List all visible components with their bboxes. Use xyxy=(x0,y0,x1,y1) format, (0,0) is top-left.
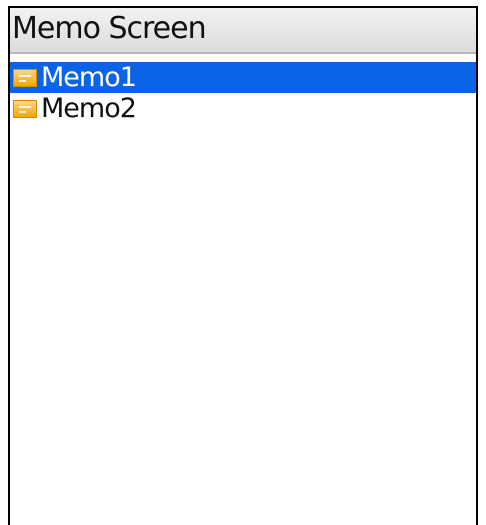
list-item-memo1[interactable]: Memo1 xyxy=(10,62,476,93)
list-item-label: Memo1 xyxy=(41,62,137,93)
list-item-label: Memo2 xyxy=(41,93,137,124)
title-bar: Memo Screen xyxy=(10,8,476,54)
memo-screen: Memo Screen Memo1 Memo2 xyxy=(8,6,478,525)
memo-icon xyxy=(13,68,37,87)
list-item-memo2[interactable]: Memo2 xyxy=(10,93,476,124)
memo-list: Memo1 Memo2 xyxy=(10,62,476,124)
page-title: Memo Screen xyxy=(12,11,207,46)
memo-icon xyxy=(13,99,37,118)
